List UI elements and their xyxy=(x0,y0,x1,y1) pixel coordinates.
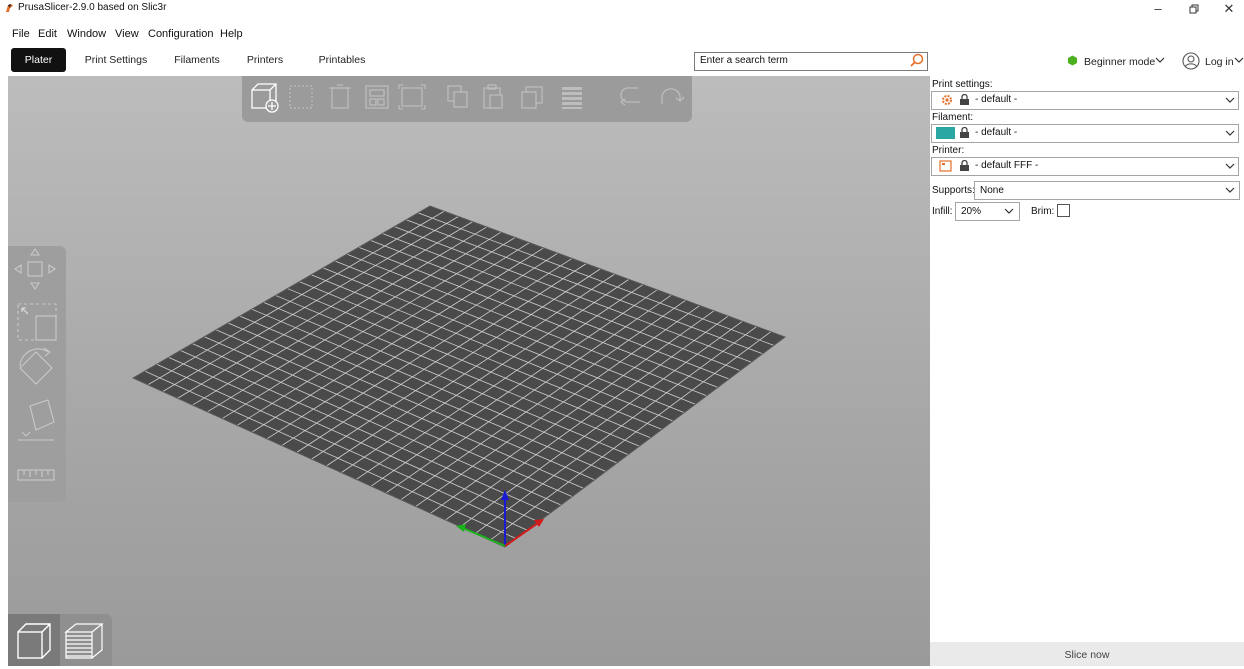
menu-window[interactable]: Window xyxy=(67,28,106,40)
search-icon[interactable] xyxy=(908,52,926,69)
infill-label: Infill: xyxy=(932,206,953,217)
tab-bar: Plater Print Settings Filaments Printers… xyxy=(0,48,1244,74)
preview-icon[interactable] xyxy=(64,623,104,659)
filament-color-swatch[interactable] xyxy=(936,127,955,139)
copy-icon[interactable] xyxy=(447,85,468,108)
print-settings-icon xyxy=(942,95,952,105)
chevron-down-icon[interactable] xyxy=(1233,54,1244,66)
undo-icon[interactable] xyxy=(619,87,640,106)
user-icon[interactable] xyxy=(1182,52,1200,70)
menu-configuration[interactable]: Configuration xyxy=(148,28,213,40)
tab-plater[interactable]: Plater xyxy=(11,48,66,72)
print-settings-value: - default - xyxy=(975,94,1018,105)
lock-icon xyxy=(960,127,969,138)
minimize-button[interactable]: – xyxy=(1143,0,1173,18)
mode-selector[interactable]: Beginner mode xyxy=(1084,56,1155,68)
menu-edit[interactable]: Edit xyxy=(38,28,57,40)
chevron-down-icon[interactable] xyxy=(1224,184,1236,196)
tab-printers[interactable]: Printers xyxy=(240,48,290,72)
arrange-selection-icon[interactable] xyxy=(398,84,426,110)
move-icon[interactable] xyxy=(14,248,56,290)
infill-value: 20% xyxy=(961,206,982,217)
chevron-down-icon[interactable] xyxy=(1003,205,1015,217)
printer-label: Printer: xyxy=(932,145,965,156)
print-bed xyxy=(131,205,787,548)
lock-icon xyxy=(960,160,969,171)
menu-file[interactable]: File xyxy=(12,28,30,40)
paste-icon[interactable] xyxy=(483,84,503,109)
brim-label: Brim: xyxy=(1031,206,1055,217)
window-title: PrusaSlicer-2.9.0 based on Slic3r xyxy=(18,2,167,13)
supports-select[interactable] xyxy=(974,181,1240,200)
chevron-down-icon[interactable] xyxy=(1224,127,1236,139)
title-bar xyxy=(0,0,1244,18)
filament-label: Filament: xyxy=(932,112,974,123)
bed-surface xyxy=(133,206,785,547)
menu-view[interactable]: View xyxy=(115,28,139,40)
supports-label: Supports: xyxy=(932,185,975,196)
search-placeholder: Enter a search term xyxy=(700,55,788,66)
left-toolbar xyxy=(8,246,66,502)
add-icon[interactable] xyxy=(251,83,279,113)
mode-indicator-icon xyxy=(1068,55,1077,66)
rotate-icon[interactable] xyxy=(19,347,53,385)
split-icon[interactable] xyxy=(562,87,582,109)
delete-all-icon[interactable] xyxy=(329,84,351,109)
close-button[interactable]: ✕ xyxy=(1214,0,1244,18)
arrange-icon[interactable] xyxy=(365,85,389,109)
3d-scene-canvas[interactable] xyxy=(8,76,930,666)
tab-filaments[interactable]: Filaments xyxy=(168,48,226,72)
view-toggle xyxy=(8,614,112,666)
prusa-logo-icon xyxy=(6,4,13,12)
delete-icon[interactable] xyxy=(289,85,313,109)
tab-printables[interactable]: Printables xyxy=(312,48,372,72)
menu-help[interactable]: Help xyxy=(220,28,243,40)
tab-print-settings[interactable]: Print Settings xyxy=(80,48,152,72)
top-toolbar xyxy=(242,76,692,122)
supports-value: None xyxy=(980,185,1004,196)
add-instance-icon[interactable] xyxy=(521,86,543,109)
filament-value: - default - xyxy=(975,127,1018,138)
printer-value: - default FFF - xyxy=(975,160,1039,171)
print-settings-label: Print settings: xyxy=(932,79,993,90)
printer-icon xyxy=(939,160,952,172)
chevron-down-icon[interactable] xyxy=(1224,160,1236,172)
place-on-face-icon[interactable] xyxy=(18,399,55,441)
measure-icon[interactable] xyxy=(17,469,55,481)
menu-bar: File Edit Window View Configuration Help xyxy=(0,18,1244,42)
restore-icon xyxy=(1189,4,1199,14)
redo-icon[interactable] xyxy=(661,88,685,104)
maximize-button[interactable] xyxy=(1179,0,1209,18)
chevron-down-icon[interactable] xyxy=(1154,54,1166,66)
scale-icon[interactable] xyxy=(17,303,57,341)
chevron-down-icon[interactable] xyxy=(1224,94,1236,106)
login-button[interactable]: Log in xyxy=(1205,56,1234,68)
slice-now-label: Slice now xyxy=(1064,649,1110,661)
lock-icon xyxy=(960,94,969,105)
brim-checkbox[interactable] xyxy=(1057,204,1070,217)
